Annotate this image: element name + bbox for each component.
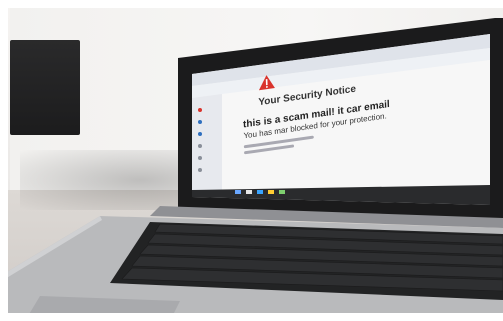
sidebar-dot [198, 168, 202, 172]
taskbar-icon [235, 190, 241, 194]
warning-triangle-icon [258, 75, 275, 91]
laptop-photo: Your Security Notice this is a scam mail… [0, 0, 503, 321]
sidebar-dot [198, 132, 202, 136]
sidebar-dot [198, 120, 202, 124]
sidebar-dot [198, 156, 202, 160]
email-sidebar [192, 94, 222, 194]
taskbar-icon [279, 190, 285, 194]
sidebar-dot [198, 144, 202, 148]
sidebar-dot [198, 108, 202, 112]
taskbar-icon [246, 190, 252, 194]
taskbar-icon [268, 190, 274, 194]
taskbar-icon [257, 190, 263, 194]
